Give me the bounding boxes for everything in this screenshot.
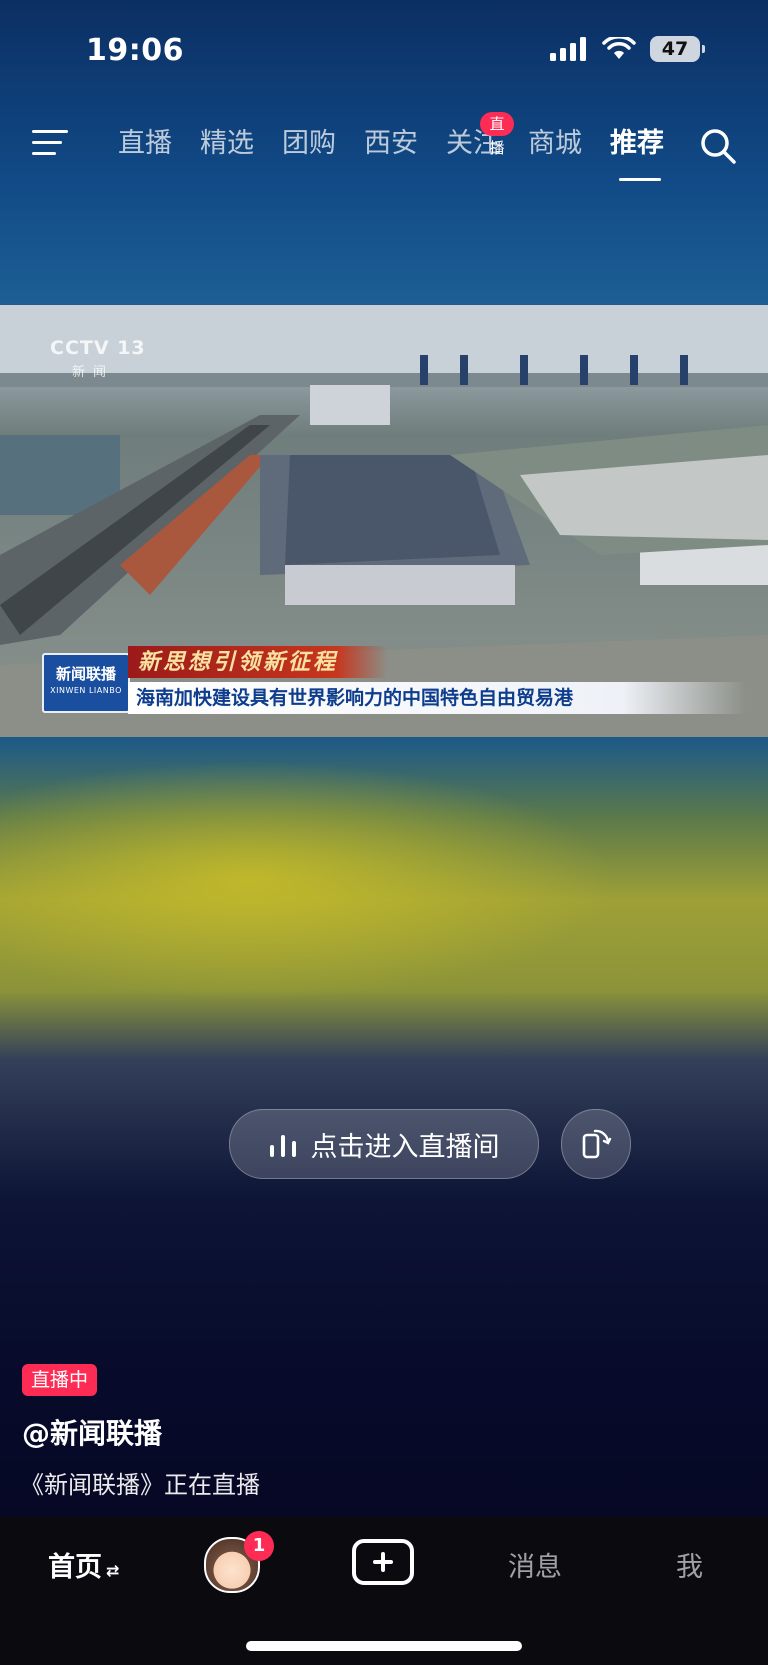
enter-live-room-button[interactable]: 点击进入直播间	[229, 1109, 539, 1179]
top-nav-tabs: 直播 精选 团购 西安 关注 直播 商城 推荐	[104, 112, 678, 181]
following-live-badge: 直播	[480, 112, 514, 157]
bottom-tabbar: 首页 ⇄ 1 消息 我	[0, 1517, 768, 1665]
menu-icon[interactable]	[32, 128, 68, 158]
news-banner-subtitle: 海南加快建设具有世界影响力的中国特色自由贸易港	[128, 682, 746, 714]
tab-live[interactable]: 直播	[104, 122, 186, 166]
status-time: 19:06	[86, 33, 184, 68]
create-post-button[interactable]	[352, 1539, 414, 1585]
rotate-screen-icon	[582, 1129, 612, 1159]
news-banner-title: 新思想引领新征程	[128, 646, 388, 678]
tab-me[interactable]: 我	[676, 1545, 703, 1584]
enter-live-room-label: 点击进入直播间	[310, 1131, 500, 1163]
tab-group-buy[interactable]: 团购	[268, 122, 350, 166]
tab-mall[interactable]: 商城	[514, 122, 596, 166]
tab-recommend[interactable]: 推荐	[596, 122, 678, 181]
friends-badge: 1	[244, 1531, 274, 1561]
status-icons: 47	[550, 36, 705, 62]
wifi-icon	[602, 37, 636, 59]
battery-indicator: 47	[650, 36, 705, 62]
audio-bars-icon	[269, 1135, 296, 1157]
switch-icon: ⇄	[106, 1561, 120, 1580]
program-logo: 新闻联播 XINWEN LIANBO	[42, 653, 130, 713]
channel-logo: CCTV 13	[50, 337, 146, 359]
search-icon[interactable]	[698, 126, 738, 166]
live-video-frame[interactable]: CCTV 13 新闻 新闻联播 XINWEN LIANBO 新思想引领新征程 海…	[0, 305, 768, 737]
tab-messages[interactable]: 消息	[508, 1545, 562, 1584]
channel-sublabel: 新闻	[72, 365, 115, 380]
home-indicator[interactable]	[246, 1641, 522, 1651]
live-description: 《新闻联播》正在直播	[20, 1471, 260, 1499]
tab-city[interactable]: 西安	[350, 122, 432, 166]
rotate-screen-button[interactable]	[561, 1109, 631, 1179]
tab-featured[interactable]: 精选	[186, 122, 268, 166]
signal-icon	[550, 37, 586, 61]
tab-home[interactable]: 首页 ⇄	[48, 1545, 119, 1584]
author-name[interactable]: @新闻联播	[22, 1412, 162, 1452]
tab-following[interactable]: 关注 直播	[432, 112, 514, 166]
live-status-badge: 直播中	[22, 1364, 98, 1396]
